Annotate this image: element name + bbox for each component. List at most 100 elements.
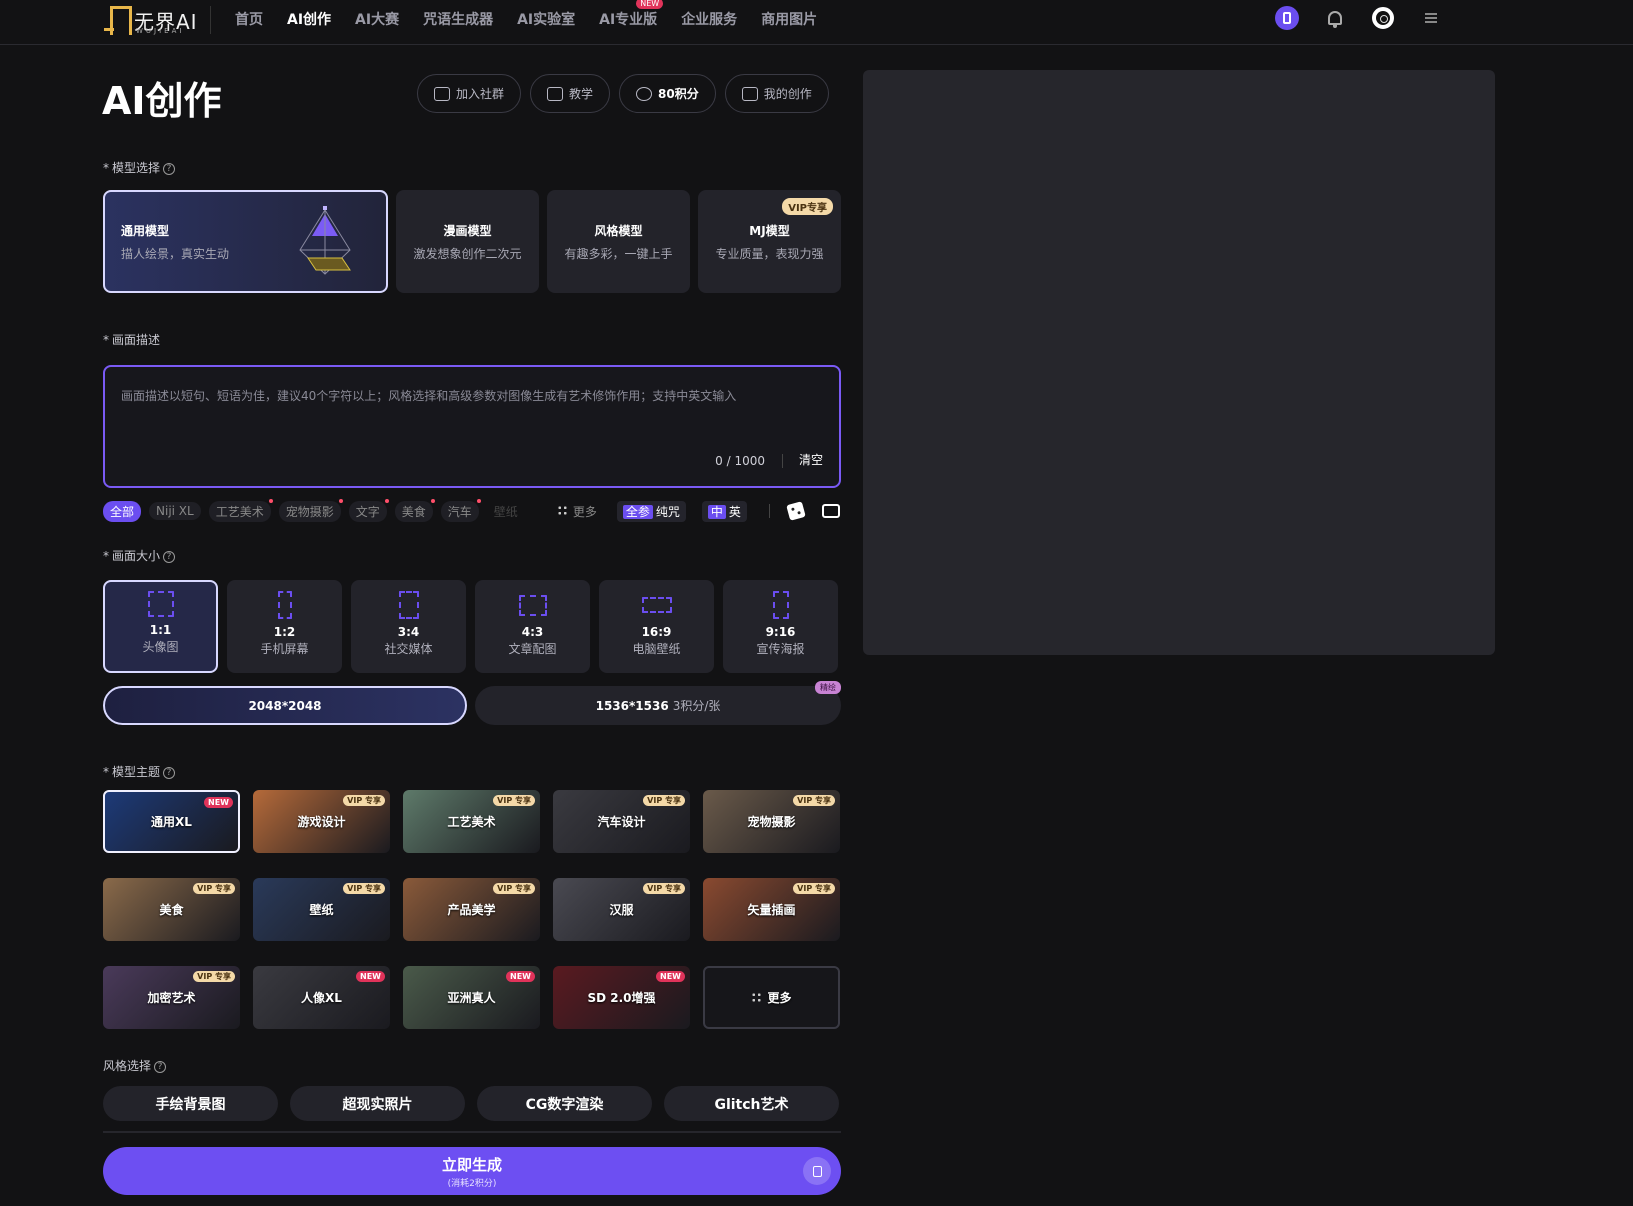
tag-car[interactable]: 汽车 <box>440 498 481 522</box>
help-icon[interactable]: ? <box>163 163 176 175</box>
model-card-mj[interactable]: VIP专享 MJ模型 专业质量，表现力强 <box>698 190 841 293</box>
style-glitch-art[interactable]: Glitch艺术 <box>664 1086 839 1121</box>
size-card-4-3[interactable]: 4:3 文章配图 <box>475 580 590 673</box>
new-badge: NEW <box>506 971 535 982</box>
theme-card[interactable]: 工艺美术 VIP 专享 <box>403 790 540 853</box>
logo[interactable]: 无界AI WUJIEAI <box>104 2 198 36</box>
nav-item-home[interactable]: 首页 <box>235 9 263 29</box>
tag-niji-xl[interactable]: Niji XL <box>149 502 201 520</box>
folder-icon <box>741 86 758 101</box>
nav-item-ai-create[interactable]: AI创作 <box>287 9 331 29</box>
tutorial-button[interactable]: 教学 <box>530 74 611 113</box>
ratio-poster-icon <box>772 591 789 619</box>
theme-card[interactable]: 亚洲真人 NEW <box>403 966 540 1029</box>
points-button[interactable]: 80积分 <box>619 74 716 113</box>
tag-text[interactable]: 文字 <box>348 498 389 522</box>
model-title: 通用模型 <box>121 223 170 238</box>
nav-item-ai-lab[interactable]: AI实验室 <box>517 9 575 29</box>
style-surreal-photo[interactable]: 超现实照片 <box>290 1086 465 1121</box>
size-label: 头像图 <box>142 640 179 654</box>
nav-item-enterprise[interactable]: 企业服务 <box>681 9 737 29</box>
nav-item-ai-contest[interactable]: AI大赛 <box>355 9 399 29</box>
theme-label: 亚洲真人 <box>447 991 496 1005</box>
notification-button[interactable] <box>1323 6 1347 30</box>
ratio-portrait-icon <box>398 591 419 619</box>
join-community-button[interactable]: 加入社群 <box>417 74 522 113</box>
menu-button[interactable] <box>1419 6 1443 30</box>
themes-more-button[interactable]: 更多 <box>703 966 840 1029</box>
model-select-label-text: 模型选择 <box>112 161 161 175</box>
theme-card[interactable]: 汽车设计 VIP 专享 <box>553 790 690 853</box>
tag-separator <box>768 504 770 518</box>
my-creations-button[interactable]: 我的创作 <box>724 74 829 113</box>
size-card-9-16[interactable]: 9:16 宣传海报 <box>723 580 838 673</box>
theme-card[interactable]: 壁纸 VIP 专享 <box>253 878 390 941</box>
theme-card[interactable]: 游戏设计 VIP 专享 <box>253 790 390 853</box>
frame-icon[interactable] <box>821 504 840 518</box>
style-hand-drawn[interactable]: 手绘背景图 <box>103 1086 278 1121</box>
full-params-toggle[interactable]: 全参 纯咒 <box>616 500 686 522</box>
help-icon[interactable]: ? <box>154 1061 167 1073</box>
theme-card[interactable]: 美食 VIP 专享 <box>103 878 240 941</box>
vip-badge: VIP 专享 <box>643 883 685 894</box>
clear-button[interactable]: 清空 <box>799 451 823 468</box>
model-card-style[interactable]: 风格模型 有趣多彩，一键上手 <box>547 190 690 293</box>
model-title: 漫画模型 <box>443 223 492 238</box>
size-card-1-1[interactable]: 1:1 头像图 <box>103 580 218 673</box>
tags-more-button[interactable]: 更多 <box>556 503 597 520</box>
help-icon[interactable]: ? <box>163 767 176 779</box>
nav-item-commercial-images[interactable]: 商用图片 <box>761 9 817 29</box>
model-card-general[interactable]: 通用模型 描人绘景，真实生动 <box>103 190 388 293</box>
theme-card[interactable]: 汉服 VIP 专享 <box>553 878 690 941</box>
bell-icon <box>1328 11 1342 28</box>
language-toggle[interactable]: 中英 <box>701 500 747 522</box>
prompt-input[interactable]: 画面描述以短句、短语为佳，建议40个字符以上；风格选择和高级参数对图像生成有艺术… <box>103 365 841 488</box>
tag-crafts[interactable]: 工艺美术 <box>208 498 273 522</box>
tag-food[interactable]: 美食 <box>394 498 435 522</box>
phone-button[interactable] <box>1275 6 1299 30</box>
size-card-1-2[interactable]: 1:2 手机屏幕 <box>227 580 342 673</box>
theme-card[interactable]: 矢量插画 VIP 专享 <box>703 878 840 941</box>
size-label: 文章配图 <box>508 642 557 656</box>
count-divider <box>782 454 783 468</box>
tag-pet[interactable]: 宠物摄影 <box>278 498 343 522</box>
chat-icon <box>434 86 450 101</box>
theme-card[interactable]: 通用XL NEW <box>103 790 240 853</box>
theme-label: 美食 <box>159 903 184 917</box>
theme-label: 矢量插画 <box>747 903 796 917</box>
style-cg-render[interactable]: CG数字渲染 <box>477 1086 652 1121</box>
top-buttons: 加入社群 教学 80积分 我的创作 <box>417 74 838 113</box>
theme-label: 加密艺术 <box>147 991 196 1005</box>
document-icon[interactable] <box>803 1157 831 1185</box>
ratio-wide-icon <box>641 597 672 613</box>
tag-wallpaper[interactable]: 壁纸 <box>487 501 525 522</box>
theme-select-label: * 模型主题? <box>103 763 176 780</box>
prompt-placeholder: 画面描述以短句、短语为佳，建议40个字符以上；风格选择和高级参数对图像生成有艺术… <box>121 389 737 403</box>
theme-card[interactable]: 产品美学 VIP 专享 <box>403 878 540 941</box>
dice-icon[interactable] <box>786 501 806 521</box>
generate-button[interactable]: 立即生成 (消耗2积分) <box>103 1147 841 1195</box>
theme-card[interactable]: 加密艺术 VIP 专享 <box>103 966 240 1029</box>
size-card-16-9[interactable]: 16:9 电脑壁纸 <box>599 580 714 673</box>
required-mark: * <box>103 333 109 347</box>
theme-card[interactable]: 人像XL NEW <box>253 966 390 1029</box>
tag-all[interactable]: 全部 <box>103 500 142 522</box>
theme-card[interactable]: 宠物摄影 VIP 专享 <box>703 790 840 853</box>
resolution-1536[interactable]: 1536*1536 3积分/张 精绘 <box>475 681 841 725</box>
size-card-3-4[interactable]: 3:4 社交媒体 <box>351 580 466 673</box>
size-ratio: 4:3 <box>521 625 544 639</box>
join-community-label: 加入社群 <box>456 87 505 101</box>
avatar-button[interactable] <box>1371 6 1395 30</box>
vip-badge: VIP 专享 <box>793 883 835 894</box>
ratio-tall-icon <box>277 591 292 619</box>
help-icon[interactable]: ? <box>163 551 176 563</box>
resolution-row: 2048*2048 1536*1536 3积分/张 精绘 <box>103 681 841 725</box>
fine-badge: 精绘 <box>815 681 841 694</box>
model-card-comic[interactable]: 漫画模型 激发想象创作二次元 <box>396 190 539 293</box>
theme-card[interactable]: SD 2.0增强 NEW <box>553 966 690 1029</box>
themes-more-label: 更多 <box>767 991 792 1005</box>
vip-badge: VIP 专享 <box>643 795 685 806</box>
nav-item-prompt-generator[interactable]: 咒语生成器 <box>423 9 493 29</box>
resolution-2048[interactable]: 2048*2048 <box>103 686 467 725</box>
nav-item-ai-pro[interactable]: AI专业版 NEW <box>599 0 664 29</box>
